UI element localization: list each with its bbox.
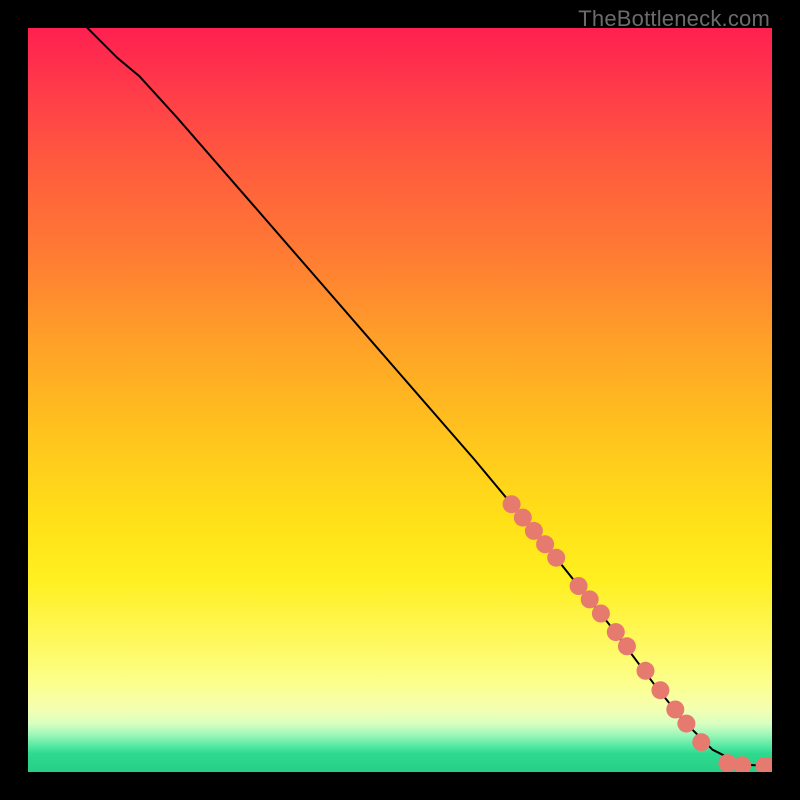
marker-dot — [618, 637, 636, 655]
marker-dot — [637, 662, 655, 680]
marker-dot — [666, 701, 684, 719]
chart-stage: TheBottleneck.com — [0, 0, 800, 800]
curve-layer — [88, 28, 773, 766]
marker-dot — [547, 549, 565, 567]
curve-path — [88, 28, 773, 766]
marker-dot — [607, 623, 625, 641]
marker-dot — [592, 605, 610, 623]
watermark-text: TheBottleneck.com — [578, 6, 770, 32]
marker-dot — [677, 715, 695, 733]
marker-dot — [581, 590, 599, 608]
chart-svg — [28, 28, 772, 772]
marker-layer — [503, 495, 772, 772]
plot-area — [28, 28, 772, 772]
marker-dot — [651, 681, 669, 699]
marker-dot — [733, 756, 751, 772]
marker-dot — [692, 733, 710, 751]
